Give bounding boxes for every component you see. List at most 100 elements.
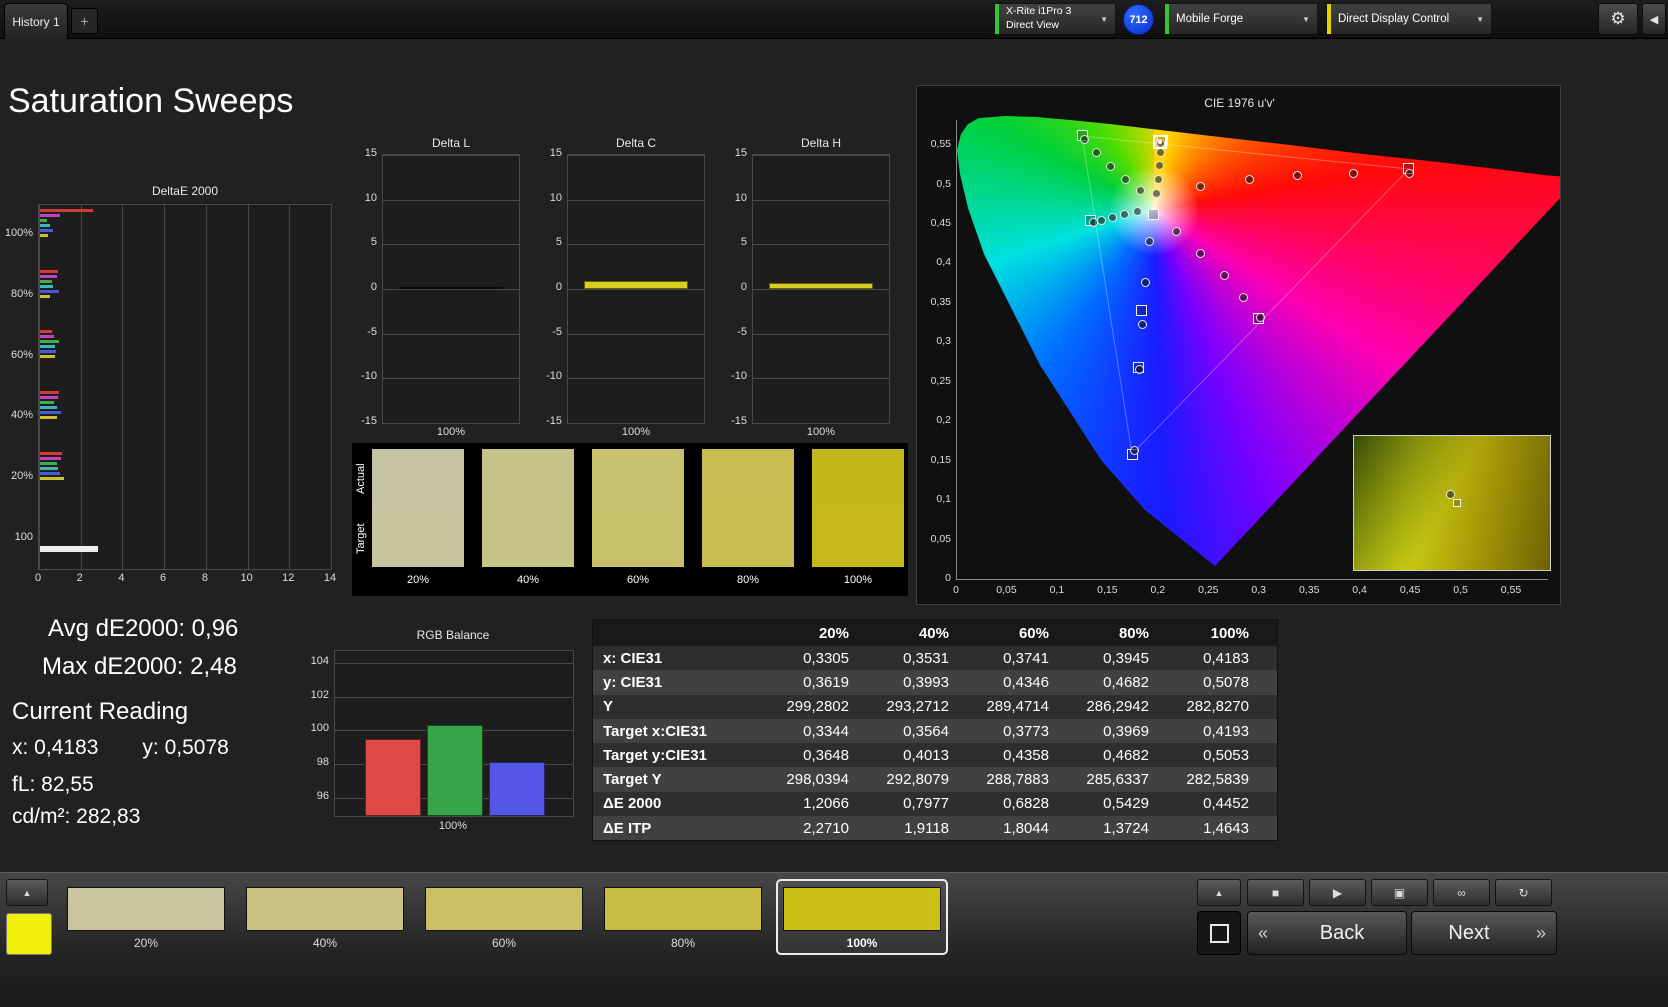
table-cell: 0,4193 — [1203, 722, 1249, 740]
axis-tick-label: 98 — [316, 755, 329, 768]
gridline — [122, 205, 124, 569]
gridline — [568, 378, 704, 380]
table-cell: 286,2942 — [1086, 698, 1149, 716]
deltae2000-xlabels: 0 2 4 6 8 10 12 14 — [35, 570, 336, 586]
xy-reading: x: 0,4183 y: 0,5078 — [12, 736, 229, 760]
bar — [40, 335, 54, 339]
bar — [40, 476, 64, 480]
table-cell: 292,8079 — [886, 771, 949, 789]
chart-title: Delta H — [800, 136, 841, 150]
table-cell: 1,9118 — [904, 819, 949, 837]
bar — [40, 471, 60, 475]
max-de2000-reading: Max dE2000: 2,48 — [42, 653, 237, 680]
table-cell: 1,3724 — [1103, 819, 1149, 837]
bar — [40, 546, 99, 553]
bar — [769, 282, 873, 289]
gridline — [383, 155, 519, 156]
table-cell: 288,7883 — [986, 771, 1049, 789]
measured-marker — [1119, 210, 1129, 219]
stop-button[interactable]: ■ — [1247, 879, 1304, 906]
color-patch-label: 80% — [670, 936, 696, 950]
gridline — [205, 205, 207, 569]
axis-tick-label: -15 — [546, 415, 562, 427]
table-cell: 0,3945 — [1103, 649, 1149, 667]
table-header-row: 20% 40% 60% 80% 100% — [593, 620, 1277, 646]
table-row: ΔE ITP 2,2710 1,9118 1,8044 1,3724 1,4643 — [593, 816, 1277, 841]
pattern-source-dropdown[interactable]: Mobile Forge ▼ — [1164, 3, 1318, 35]
bar — [40, 269, 58, 273]
meter-count-badge[interactable]: 712 — [1123, 4, 1154, 35]
current-color-swatch — [6, 913, 52, 955]
axis-tick-label: 0 — [555, 281, 562, 293]
table-row-label: x: CIE31 — [603, 649, 663, 667]
patch-comparison-strip: Actual Target 20% 40% 60% 80% 100% — [352, 443, 908, 596]
axis-tick-label: 100% — [438, 820, 468, 832]
axis-tick-label: 100 — [14, 530, 33, 543]
table-cell: 0,3564 — [903, 722, 949, 740]
table-cell: 0,3344 — [803, 722, 849, 740]
color-chip — [783, 887, 941, 931]
bar — [40, 461, 57, 465]
color-chip — [246, 887, 404, 931]
cie-markers — [917, 86, 1560, 604]
color-patch-button[interactable]: 80% — [597, 879, 769, 955]
bar — [40, 289, 59, 293]
settings-button[interactable]: ⚙ — [1598, 3, 1638, 35]
expand-right-panel-button[interactable]: ▲ — [1197, 879, 1241, 906]
actual-patch — [702, 449, 794, 508]
table-header-cell: 40% — [918, 624, 949, 642]
current-marker-dot — [1158, 140, 1163, 145]
loop-button[interactable]: ↻ — [1495, 879, 1552, 906]
cie-panel: CIE 1976 u'v' 0 0,05 0,1 0,15 0,2 0,25 0,3 0,35… — [916, 85, 1561, 605]
table-cell: 1,4643 — [1203, 819, 1249, 837]
display-control-dropdown[interactable]: Direct Display Control ▼ — [1326, 3, 1492, 35]
table-cell: 289,4714 — [986, 698, 1049, 716]
gridline — [753, 378, 889, 380]
color-patch-button[interactable]: 100% — [776, 879, 948, 955]
measured-marker — [1154, 174, 1164, 184]
patch-column: 40% — [482, 449, 574, 591]
next-button[interactable]: Next » — [1411, 911, 1557, 955]
target-patch — [372, 508, 464, 567]
add-tab-button[interactable]: + — [71, 8, 98, 34]
axis-tick-label: 100% — [621, 426, 651, 438]
gridline — [39, 205, 40, 569]
tab-history-1[interactable]: History 1 — [4, 3, 68, 39]
actual-patch — [372, 449, 464, 508]
frame-button[interactable]: ▣ — [1371, 879, 1428, 906]
bar — [40, 396, 58, 399]
play-button[interactable]: ▶ — [1309, 879, 1366, 906]
gridline — [164, 205, 166, 569]
bar — [584, 281, 688, 289]
fl-reading: fL: 82,55 — [12, 773, 94, 796]
expand-left-panel-button[interactable]: ▲ — [6, 879, 48, 906]
stop-measurement-button[interactable] — [1197, 911, 1241, 955]
continuous-read-button[interactable]: ∞ — [1433, 879, 1490, 906]
delta_h-plot — [752, 154, 890, 424]
stop-square-icon — [1209, 923, 1229, 943]
table-cell: 0,5078 — [1203, 673, 1249, 691]
table-cell: 282,8270 — [1186, 698, 1249, 716]
bar — [40, 294, 51, 298]
table-row: Target Y 298,0394 292,8079 288,7883 285,6337… — [593, 767, 1277, 792]
delta_c-ylabels: 15 10 5 0 -5 -10 -15 — [537, 147, 562, 427]
gridline — [568, 199, 704, 201]
up-arrow-icon: ▲ — [22, 887, 32, 898]
color-patch-button[interactable]: 20% — [60, 879, 232, 955]
collapse-panel-button[interactable]: ◀ — [1642, 3, 1666, 35]
table-row: Target y:CIE31 0,3648 0,4013 0,4358 0,4682 0,… — [593, 743, 1277, 768]
bar — [40, 330, 52, 334]
color-patch-button[interactable]: 40% — [239, 879, 411, 955]
color-patch-button[interactable]: 60% — [418, 879, 590, 955]
gridline — [568, 244, 704, 246]
table-cell: 298,0394 — [786, 771, 849, 789]
infinity-icon: ∞ — [1457, 885, 1466, 900]
axis-tick-label: 60% — [10, 348, 33, 361]
play-icon: ▶ — [1332, 885, 1343, 900]
table-cell: 1,8044 — [1003, 819, 1049, 837]
deltae2000-plot — [38, 204, 332, 570]
bar — [40, 401, 54, 404]
meter-dropdown[interactable]: X-Rite i1Pro 3 Direct View ▼ — [994, 3, 1116, 35]
axis-tick-label: 100% — [4, 227, 33, 240]
back-button[interactable]: « Back — [1247, 911, 1407, 955]
